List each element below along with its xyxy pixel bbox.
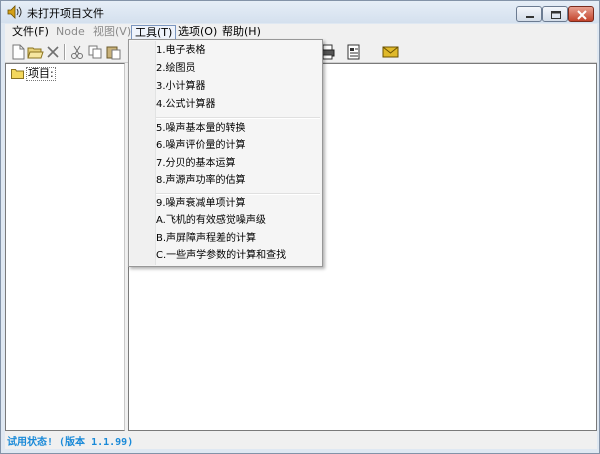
- menu-item-noise-quantity-conversion[interactable]: 5.噪声基本量的转换: [156, 120, 322, 137]
- menu-item-noise-evaluation[interactable]: 6.噪声评价量的计算: [156, 137, 322, 154]
- window-title: 未打开项目文件: [27, 7, 104, 20]
- menu-tools[interactable]: 工具(T): [131, 25, 177, 40]
- paste-icon[interactable]: [105, 44, 122, 60]
- menu-icon-strip: [130, 41, 156, 265]
- menu-item-formula-calculator[interactable]: 4.公式计算器: [156, 96, 322, 113]
- tree-root-label: 项目:: [26, 67, 56, 81]
- status-bar: 试用状态! (版本 1.1.99): [5, 431, 597, 449]
- copy-icon[interactable]: [87, 44, 104, 60]
- new-file-icon[interactable]: [10, 44, 27, 60]
- cut-icon[interactable]: [69, 44, 86, 60]
- toolbar-separator: [64, 44, 66, 60]
- close-button[interactable]: [568, 6, 594, 22]
- mail-icon[interactable]: [382, 44, 399, 60]
- open-folder-icon[interactable]: [27, 44, 44, 60]
- menu-node[interactable]: Node: [53, 25, 88, 40]
- menu-item-drafter[interactable]: 2.绘图员: [156, 60, 322, 77]
- menu-item-acoustic-parameters[interactable]: C.一些声学参数的计算和查找: [156, 247, 322, 264]
- folder-icon: [11, 68, 24, 79]
- status-text: 试用状态! (版本 1.1.99): [7, 437, 134, 448]
- project-tree-pane[interactable]: 项目:: [5, 63, 125, 431]
- menu-options[interactable]: 选项(O): [175, 25, 220, 40]
- menu-item-barrier-path-difference[interactable]: B.声屏障声程差的计算: [156, 230, 322, 247]
- minimize-button[interactable]: [516, 6, 542, 22]
- menu-view[interactable]: 视图(V): [90, 25, 134, 40]
- delete-icon[interactable]: [45, 44, 62, 60]
- menu-item-spreadsheet[interactable]: 1.电子表格: [156, 42, 322, 59]
- menu-item-small-calculator[interactable]: 3.小计算器: [156, 78, 322, 95]
- title-bar[interactable]: 未打开项目文件: [1, 1, 599, 23]
- menu-item-sound-power-estimate[interactable]: 8.声源声功率的估算: [156, 172, 322, 189]
- properties-icon[interactable]: [345, 44, 362, 60]
- tools-dropdown-menu: 1.电子表格 2.绘图员 3.小计算器 4.公式计算器 5.噪声基本量的转换 6…: [128, 39, 323, 267]
- menu-item-aircraft-perceived-noise[interactable]: A.飞机的有效感觉噪声级: [156, 212, 322, 229]
- speaker-app-icon: [7, 5, 23, 19]
- menu-item-decibel-operations[interactable]: 7.分贝的基本运算: [156, 155, 322, 172]
- menu-item-noise-attenuation[interactable]: 9.噪声衰减单项计算: [156, 195, 322, 212]
- menu-help[interactable]: 帮助(H): [219, 25, 264, 40]
- menu-separator: [156, 117, 320, 119]
- menu-file[interactable]: 文件(F): [9, 25, 52, 40]
- maximize-button[interactable]: [542, 6, 568, 22]
